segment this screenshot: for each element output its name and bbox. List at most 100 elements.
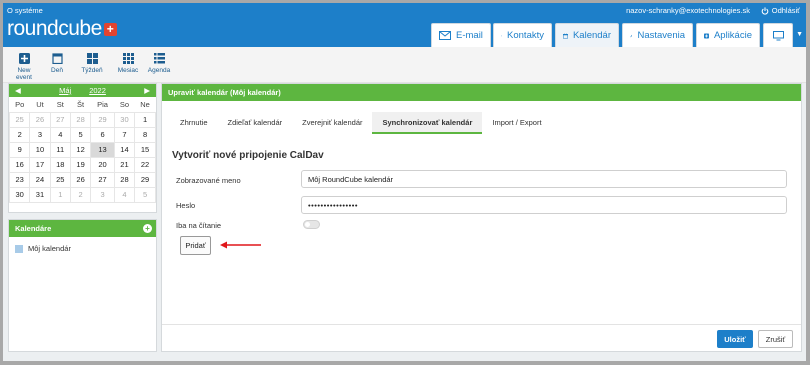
calendar-day[interactable]: 1 — [134, 111, 156, 128]
readonly-toggle[interactable] — [303, 220, 320, 229]
plus-icon — [18, 53, 30, 64]
plus-square-icon — [704, 33, 709, 38]
calendar-day[interactable]: 28 — [69, 111, 92, 128]
calendar-day[interactable]: 7 — [113, 126, 136, 143]
tab-email[interactable]: E-mail — [431, 23, 491, 47]
calendar-day[interactable]: 17 — [29, 156, 51, 173]
month-view-button[interactable]: Mesiac — [115, 53, 141, 74]
calendar-day[interactable]: 2 — [69, 186, 92, 203]
tab-summary[interactable]: Zhrnutie — [170, 112, 218, 134]
calendar-day[interactable]: 27 — [90, 171, 115, 188]
calendar-day[interactable]: 31 — [29, 186, 51, 203]
next-month-icon[interactable]: ▶ — [144, 86, 150, 95]
month-view-label: Mesiac — [117, 67, 139, 74]
calendar-day[interactable]: 9 — [8, 141, 31, 158]
tab-calendar[interactable]: Kalendár — [555, 23, 619, 47]
calendar-day[interactable]: 1 — [49, 186, 71, 203]
calendar-day[interactable]: 20 — [90, 156, 115, 173]
mini-calendar-year[interactable]: 2022 — [89, 86, 106, 95]
calendar-day[interactable]: 19 — [69, 156, 92, 173]
password-label: Heslo — [176, 201, 196, 210]
new-event-label: New event — [16, 67, 32, 81]
envelope-icon — [439, 31, 451, 40]
about-link[interactable]: O systéme — [7, 6, 43, 15]
day-view-button[interactable]: Deň — [47, 53, 67, 74]
weekday-header: St — [56, 99, 64, 109]
calendar-day[interactable]: 23 — [8, 171, 31, 188]
calendar-day[interactable]: 22 — [134, 156, 156, 173]
calendar-day[interactable]: 25 — [8, 111, 31, 128]
section-title: Vytvoriť nové pripojenie CalDav — [172, 150, 324, 161]
calendar-day[interactable]: 3 — [90, 186, 115, 203]
calendar-day[interactable]: 10 — [29, 141, 51, 158]
add-calendar-icon[interactable]: + — [143, 224, 152, 233]
week-view-button[interactable]: Týždeň — [79, 53, 105, 74]
password-input[interactable]: •••••••••••••••• — [301, 196, 787, 214]
logout-link[interactable]: Odhlásiť — [761, 6, 800, 15]
logo-text: roundcube — [7, 17, 102, 40]
calendar-day[interactable]: 16 — [8, 156, 31, 173]
tab-publish-calendar[interactable]: Zverejniť kalendár — [292, 112, 372, 134]
calendar-day[interactable]: 3 — [29, 126, 51, 143]
display-name-label: Zobrazované meno — [176, 176, 241, 185]
mini-calendar: ◀ Máj 2022 ▶ Po Ut St Št Pia So Ne 25 26 27 28 29 3… — [8, 83, 157, 213]
new-event-button[interactable]: New event — [9, 53, 39, 81]
tab-calendar-label: Kalendár — [572, 30, 611, 41]
panel-title: Upraviť kalendár (Môj kalendár) — [162, 84, 801, 101]
calendar-list-item[interactable]: Môj kalendár — [9, 237, 156, 260]
add-button[interactable]: Pridať — [180, 236, 211, 255]
calendar-day[interactable]: 30 — [113, 111, 136, 128]
calendar-day[interactable]: 5 — [69, 126, 92, 143]
tab-share-calendar[interactable]: Zdieľať kalendár — [218, 112, 293, 134]
calendar-day[interactable]: 8 — [134, 126, 156, 143]
calendar-day[interactable]: 2 — [8, 126, 31, 143]
calendar-day[interactable]: 27 — [49, 111, 71, 128]
calendar-day[interactable]: 13 — [90, 141, 115, 158]
readonly-label: Iba na čítanie — [176, 221, 222, 230]
calendar-day[interactable]: 28 — [113, 171, 136, 188]
tab-import-export[interactable]: Import / Export — [482, 112, 551, 134]
calendar-day[interactable]: 15 — [134, 141, 156, 158]
prev-month-icon[interactable]: ◀ — [15, 86, 21, 95]
calendar-day[interactable]: 26 — [29, 111, 51, 128]
calendar-day[interactable]: 4 — [49, 126, 71, 143]
tab-applications[interactable]: Aplikácie — [696, 23, 760, 47]
tab-display-menu[interactable] — [763, 23, 793, 47]
tab-settings[interactable]: Nastavenia — [622, 23, 693, 47]
calendar-day[interactable]: 5 — [134, 186, 156, 203]
calendar-icon — [563, 33, 568, 38]
calendar-day[interactable]: 12 — [69, 141, 92, 158]
calendar-day[interactable]: 26 — [69, 171, 92, 188]
top-bar: O systéme roundcube + nazov-schranky@exo… — [3, 3, 806, 47]
calendar-day[interactable]: 4 — [113, 186, 136, 203]
monitor-icon — [772, 30, 784, 40]
tab-settings-label: Nastavenia — [637, 30, 685, 41]
power-icon — [761, 6, 769, 15]
calendar-day[interactable]: 18 — [49, 156, 71, 173]
calendar-day[interactable]: 14 — [113, 141, 136, 158]
agenda-view-button[interactable]: Agenda — [146, 53, 172, 74]
weekday-header: Št — [77, 99, 85, 109]
weekday-header: Ne — [140, 99, 150, 109]
chevron-down-icon[interactable]: ▼ — [796, 31, 803, 38]
roundcube-logo[interactable]: roundcube + — [7, 17, 117, 40]
save-button[interactable]: Uložiť — [717, 330, 753, 348]
logout-label: Odhlásiť — [771, 6, 800, 15]
display-name-input[interactable]: Môj RoundCube kalendár — [301, 170, 787, 188]
calendar-day[interactable]: 29 — [134, 171, 156, 188]
calendar-day[interactable]: 11 — [49, 141, 71, 158]
user-email: nazov-schranky@exotechnologies.sk — [626, 6, 750, 15]
wrench-icon — [630, 34, 633, 37]
calendar-day[interactable]: 25 — [49, 171, 71, 188]
calendar-day[interactable]: 29 — [90, 111, 115, 128]
mini-calendar-month[interactable]: Máj — [59, 86, 71, 95]
tab-contacts-label: Kontakty — [507, 30, 544, 41]
tab-sync-calendar[interactable]: Synchronizovať kalendár — [372, 112, 483, 134]
cancel-button[interactable]: Zrušiť — [758, 330, 793, 348]
mini-calendar-grid: Po Ut St Št Pia So Ne 25 26 27 28 29 30 1 2 3 4 5 6 7 8 9 10 1… — [8, 97, 156, 203]
calendar-day[interactable]: 6 — [90, 126, 115, 143]
calendar-day[interactable]: 21 — [113, 156, 136, 173]
tab-contacts[interactable]: Kontakty — [493, 23, 552, 47]
calendar-day[interactable]: 24 — [29, 171, 51, 188]
calendar-day[interactable]: 30 — [8, 186, 31, 203]
